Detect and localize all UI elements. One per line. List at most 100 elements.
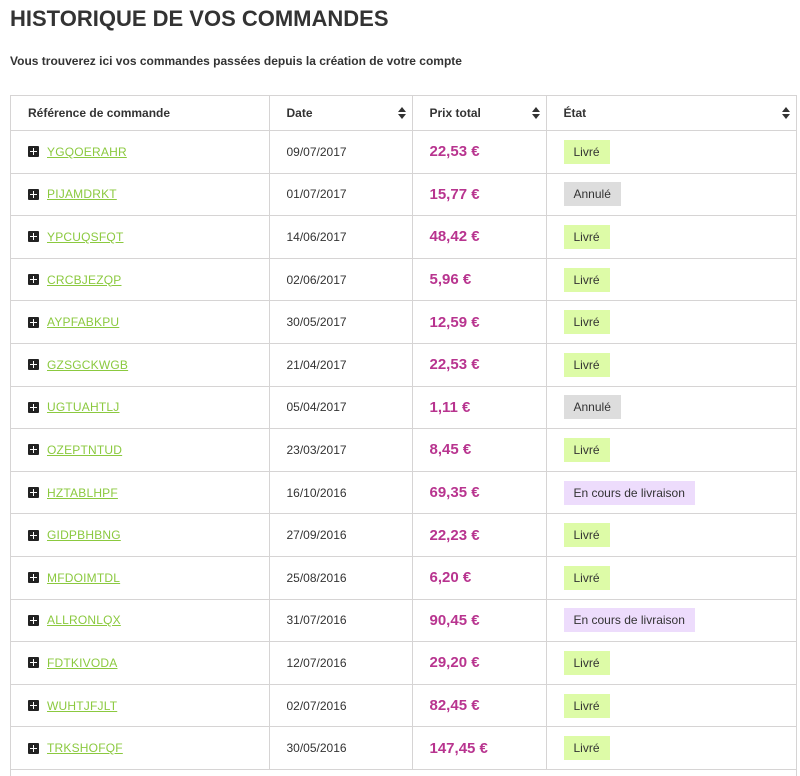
order-reference-cell: OZEPTNTUD xyxy=(11,428,270,472)
order-price: 82,45 € xyxy=(429,697,480,715)
order-reference-link[interactable]: MFDOIMTDL xyxy=(47,571,120,585)
order-price-cell: 12,59 € xyxy=(412,300,547,344)
expand-plus-icon[interactable] xyxy=(28,700,39,712)
table-row: TRKSHOFQF 30/05/2016 147,45 € Livré xyxy=(11,726,796,770)
order-state-cell: Livré xyxy=(546,300,796,344)
order-date: 02/06/2017 xyxy=(269,258,413,302)
order-reference-cell: FDTKIVODA xyxy=(11,641,270,685)
table-row: UGTUAHTLJ 05/04/2017 1,11 € Annulé xyxy=(11,386,796,430)
status-badge: Annulé xyxy=(563,182,621,207)
order-reference-link[interactable]: UGTUAHTLJ xyxy=(47,400,119,414)
order-reference-link[interactable]: WUHTJFJLT xyxy=(47,699,117,713)
order-state-cell: Livré xyxy=(546,130,796,174)
table-row: WUHTJFJLT 02/07/2016 82,45 € Livré xyxy=(11,684,796,728)
table-row: YPCUQSFQT 14/06/2017 48,42 € Livré xyxy=(11,215,796,259)
expand-plus-icon[interactable] xyxy=(28,614,39,626)
order-reference-link[interactable]: PIJAMDRKT xyxy=(47,187,117,201)
order-price-cell: 22,23 € xyxy=(412,513,547,557)
header-date[interactable]: Date xyxy=(269,96,413,131)
sort-icon[interactable] xyxy=(782,107,790,119)
order-reference-link[interactable]: CRCBJEZQP xyxy=(47,273,121,287)
order-reference-link[interactable]: OZEPTNTUD xyxy=(47,443,122,457)
order-state-cell: Livré xyxy=(546,641,796,685)
expand-plus-icon[interactable] xyxy=(28,274,39,286)
expand-plus-icon[interactable] xyxy=(28,657,39,669)
page-subtitle: Vous trouverez ici vos commandes passées… xyxy=(10,54,462,68)
order-state-cell: Annulé xyxy=(546,386,796,430)
status-badge: En cours de livraison xyxy=(563,608,695,633)
order-state-cell: Livré xyxy=(546,428,796,472)
order-price: 69,35 € xyxy=(429,484,480,502)
expand-plus-icon[interactable] xyxy=(28,231,39,243)
order-price: 22,53 € xyxy=(429,143,480,161)
order-reference-link[interactable]: GIDPBHBNG xyxy=(47,528,121,542)
order-date: 01/07/2017 xyxy=(269,173,413,217)
order-reference-cell: UGTUAHTLJ xyxy=(11,386,270,430)
table-row: HZTABLHPF 16/10/2016 69,35 € En cours de… xyxy=(11,471,796,515)
status-badge: Livré xyxy=(563,352,610,377)
order-reference-cell: AYPFABKPU xyxy=(11,300,270,344)
order-state-cell: Livré xyxy=(546,215,796,259)
order-reference-cell: YGQOERAHR xyxy=(11,130,270,174)
order-reference-link[interactable]: TRKSHOFQF xyxy=(47,741,123,755)
order-date: 14/06/2017 xyxy=(269,215,413,259)
table-row: GZSGCKWGB 21/04/2017 22,53 € Livré xyxy=(11,343,796,387)
expand-plus-icon[interactable] xyxy=(28,572,39,584)
order-price: 5,96 € xyxy=(429,271,472,289)
order-state-cell: Livré xyxy=(546,343,796,387)
expand-plus-icon[interactable] xyxy=(28,316,39,328)
expand-plus-icon[interactable] xyxy=(28,444,39,456)
expand-plus-icon[interactable] xyxy=(28,401,39,413)
order-reference-link[interactable]: FDTKIVODA xyxy=(47,656,117,670)
order-reference-link[interactable]: AYPFABKPU xyxy=(47,315,119,329)
order-price-cell: 6,20 € xyxy=(412,556,547,600)
status-badge: Livré xyxy=(563,139,610,164)
sort-icon[interactable] xyxy=(397,107,406,119)
order-table: Référence de commande Date Prix total Ét… xyxy=(11,96,796,770)
status-badge: Livré xyxy=(563,565,610,590)
table-row: YGQOERAHR 09/07/2017 22,53 € Livré xyxy=(11,130,796,174)
header-reference: Référence de commande xyxy=(11,96,270,131)
order-state-cell: En cours de livraison xyxy=(546,599,796,643)
order-date: 25/08/2016 xyxy=(269,556,413,600)
order-reference-link[interactable]: YPCUQSFQT xyxy=(47,230,123,244)
status-badge: Annulé xyxy=(563,395,621,420)
status-badge: Livré xyxy=(563,523,610,548)
order-price: 6,20 € xyxy=(429,569,472,587)
table-row: PIJAMDRKT 01/07/2017 15,77 € Annulé xyxy=(11,173,796,217)
order-date: 31/07/2016 xyxy=(269,599,413,643)
header-reference-label: Référence de commande xyxy=(28,106,171,120)
expand-plus-icon[interactable] xyxy=(28,487,39,499)
order-date: 05/04/2017 xyxy=(269,386,413,430)
status-badge: Livré xyxy=(563,310,610,335)
order-reference-link[interactable]: HZTABLHPF xyxy=(47,486,118,500)
expand-plus-icon[interactable] xyxy=(28,742,39,754)
header-total-price[interactable]: Prix total xyxy=(412,96,547,131)
header-total-price-label: Prix total xyxy=(429,106,481,120)
order-price-cell: 48,42 € xyxy=(412,215,547,259)
order-reference-link[interactable]: GZSGCKWGB xyxy=(47,358,128,372)
order-price-cell: 147,45 € xyxy=(412,726,547,770)
table-header-row: Référence de commande Date Prix total Ét… xyxy=(11,96,796,131)
table-row: CRCBJEZQP 02/06/2017 5,96 € Livré xyxy=(11,258,796,302)
sort-icon[interactable] xyxy=(531,107,540,119)
expand-plus-icon[interactable] xyxy=(28,359,39,371)
header-state[interactable]: État xyxy=(546,96,796,131)
order-date: 30/05/2016 xyxy=(269,726,413,770)
table-row: MFDOIMTDL 25/08/2016 6,20 € Livré xyxy=(11,556,796,600)
order-price: 147,45 € xyxy=(429,739,488,757)
order-price: 48,42 € xyxy=(429,228,480,246)
expand-plus-icon[interactable] xyxy=(28,146,39,158)
order-price-cell: 5,96 € xyxy=(412,258,547,302)
order-reference-link[interactable]: ALLRONLQX xyxy=(47,613,121,627)
expand-plus-icon[interactable] xyxy=(28,529,39,541)
order-reference-link[interactable]: YGQOERAHR xyxy=(47,145,127,159)
order-state-cell: En cours de livraison xyxy=(546,471,796,515)
expand-plus-icon[interactable] xyxy=(28,188,39,200)
order-reference-cell: HZTABLHPF xyxy=(11,471,270,515)
table-row: GIDPBHBNG 27/09/2016 22,23 € Livré xyxy=(11,513,796,557)
order-price-cell: 90,45 € xyxy=(412,599,547,643)
order-state-cell: Livré xyxy=(546,726,796,770)
header-state-label: État xyxy=(563,106,587,120)
table-row: OZEPTNTUD 23/03/2017 8,45 € Livré xyxy=(11,428,796,472)
